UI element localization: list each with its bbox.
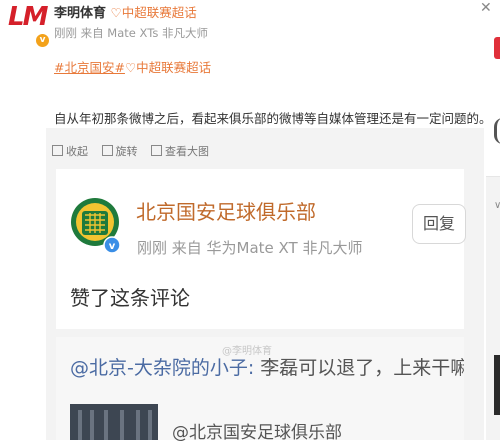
- club-meta: 刚刚 来自 华为Mate XT 非凡大师: [137, 239, 363, 257]
- divider: [486, 176, 500, 177]
- super-topic-icon: ♡: [110, 5, 122, 20]
- post-meta: 刚刚 来自 Mate XTs 非凡大师: [54, 26, 208, 40]
- chevron-icon[interactable]: ∨: [494, 200, 500, 211]
- liked-comment-text: 赞了这条评论: [70, 286, 190, 310]
- image-toolbar: 收起 旋转 查看大图: [52, 143, 219, 159]
- post-text: 自从年初那条微博之后，看起来俱乐部的微博等自媒体管理还是有一定问题的。: [54, 111, 492, 126]
- author-name-row: 李明体育 ♡中超联赛超话: [54, 2, 197, 21]
- club-logo-icon: v: [71, 198, 121, 254]
- reply-mention: @北京国安足球俱乐部: [172, 423, 342, 443]
- verified-badge-icon: v: [35, 33, 50, 48]
- rotate-icon: [101, 145, 113, 156]
- collapse-button[interactable]: 收起: [52, 145, 88, 158]
- reply-button: 回复: [412, 204, 466, 244]
- view-large-icon: [151, 145, 162, 156]
- author-topic-tag[interactable]: 中超联赛超话: [122, 5, 197, 20]
- svg-text:v: v: [109, 241, 116, 252]
- hashtag-link[interactable]: #北京国安#: [54, 60, 125, 75]
- comment-body: 李磊可以退了，上来干嘛: [254, 357, 464, 379]
- close-icon[interactable]: ✕: [480, 0, 492, 16]
- club-name: 北京国安足球俱乐部: [136, 200, 316, 224]
- avatar-logo: LM: [8, 2, 48, 32]
- topic-link[interactable]: 中超联赛超话: [136, 60, 211, 75]
- avatar[interactable]: LM v: [6, 2, 50, 48]
- watermark: @李明体育: [222, 346, 272, 357]
- hashtag-row: #北京国安#♡中超联赛超话: [54, 57, 211, 76]
- view-large-button[interactable]: 查看大图: [151, 145, 209, 158]
- super-topic-icon: ♡: [124, 60, 137, 75]
- collapse-icon: [52, 145, 63, 156]
- comment-mention: @北京-大杂院的小子:: [70, 357, 255, 379]
- right-edge-fragment: [494, 37, 500, 59]
- rotate-button[interactable]: 旋转: [101, 145, 138, 158]
- quoted-comment: @北京-大杂院的小子: 李磊可以退了，上来干嘛: [70, 353, 464, 380]
- author-name[interactable]: 李明体育: [54, 6, 106, 21]
- right-edge-fragment: [494, 118, 500, 144]
- thumbnail-image: [70, 404, 158, 440]
- right-edge-fragment: [494, 355, 500, 415]
